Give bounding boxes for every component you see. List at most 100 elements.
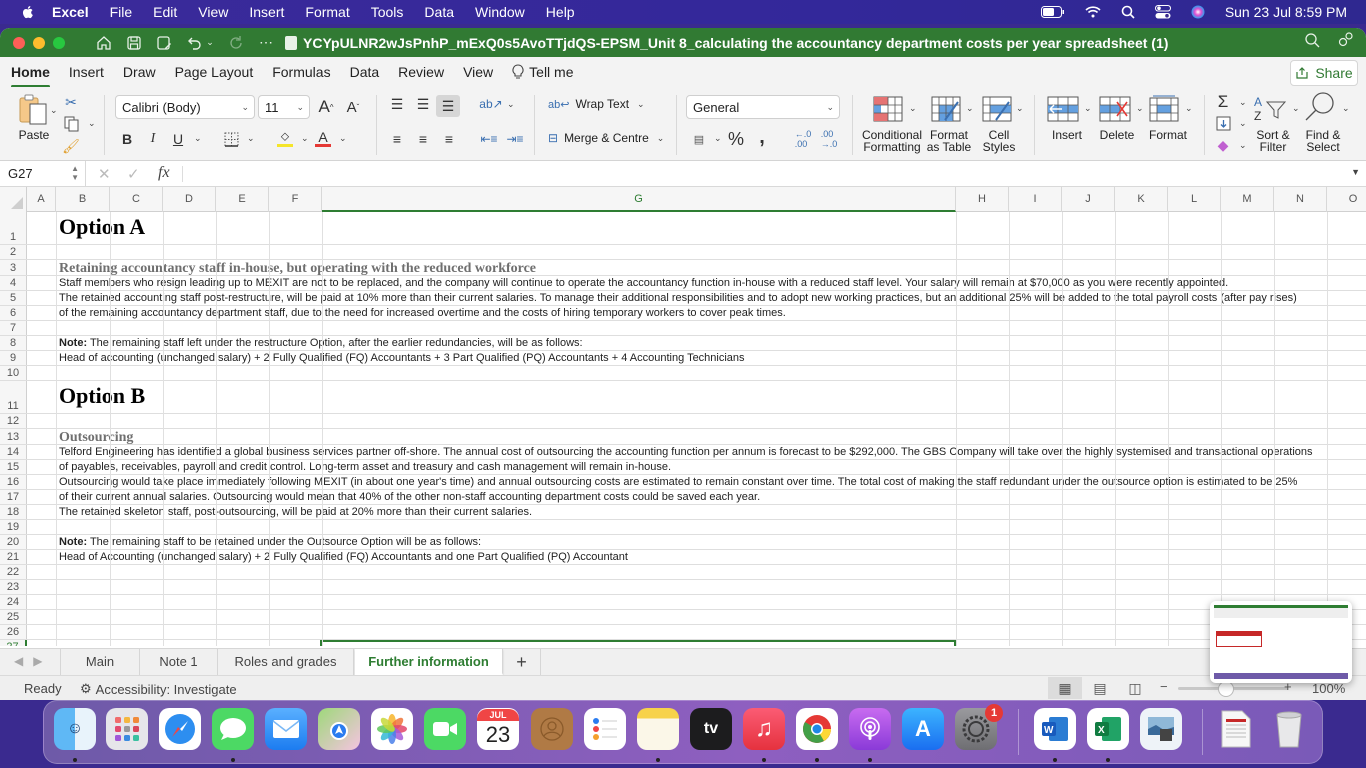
increase-indent-icon[interactable]: ⇥≡ (506, 130, 524, 148)
page-break-preview-button[interactable]: ◫ (1118, 677, 1152, 699)
menu-format[interactable]: Format (305, 4, 349, 20)
paste-icon[interactable] (17, 92, 51, 128)
find-select-dropdown-icon[interactable]: ⌄ (1342, 103, 1350, 114)
dock-notes-icon[interactable] (637, 708, 679, 750)
tab-page-layout[interactable]: Page Layout (175, 58, 254, 86)
decrease-indent-icon[interactable]: ⇤≡ (480, 130, 498, 148)
dock-system-settings-icon[interactable]: 1 (955, 704, 1003, 750)
save-as-icon[interactable] (155, 34, 173, 52)
orientation-dropdown-icon[interactable]: ⌄ (507, 99, 515, 110)
align-bottom-icon[interactable]: ☰ (436, 95, 460, 117)
dock-reminders-icon[interactable] (584, 708, 626, 750)
clear-dropdown-icon[interactable]: ⌄ (1239, 140, 1247, 151)
italic-button[interactable]: I (144, 130, 162, 148)
column-header-i[interactable]: I (1009, 187, 1062, 212)
dock-safari-icon[interactable] (159, 708, 201, 750)
paste-label[interactable]: Paste (14, 129, 54, 141)
accounting-dropdown-icon[interactable]: ⌄ (714, 133, 722, 144)
sort-filter-dropdown-icon[interactable]: ⌄ (1292, 103, 1300, 114)
battery-icon[interactable] (1040, 6, 1065, 18)
cell-b14[interactable]: Telford Engineering has identified a glo… (59, 446, 1313, 458)
dock-contacts-icon[interactable] (531, 708, 573, 750)
close-window-button[interactable] (13, 36, 25, 49)
format-painter-icon[interactable]: 🖌 (62, 137, 80, 155)
dock-launchpad-icon[interactable] (106, 708, 148, 750)
cell-b6[interactable]: of the remaining accountancy department … (59, 307, 786, 319)
sheet-tab-further-information[interactable]: Further information (355, 649, 503, 675)
font-name-select[interactable]: Calibri (Body) ⌄ (115, 95, 255, 119)
font-color-icon[interactable]: A (314, 128, 332, 148)
decrease-font-size-icon[interactable]: Aˇ (343, 97, 363, 117)
dock-recent-document-icon[interactable] (1214, 708, 1256, 750)
dock-maps-icon[interactable] (318, 708, 360, 750)
cell-styles-label[interactable]: Cell Styles (976, 129, 1022, 153)
tab-draw[interactable]: Draw (123, 58, 156, 86)
row-header-16[interactable]: 16 (0, 475, 27, 489)
menu-insert[interactable]: Insert (249, 4, 284, 20)
cell-b15[interactable]: of payables, receivables, payroll and cr… (59, 461, 671, 473)
menu-file[interactable]: File (110, 4, 133, 20)
dock-apple-tv-icon[interactable]: tv (690, 708, 732, 750)
share-people-icon[interactable] (1338, 32, 1354, 53)
column-header-l[interactable]: L (1168, 187, 1221, 212)
underline-button[interactable]: U (169, 130, 187, 148)
name-box-stepper-icon[interactable]: ▲ ▼ (71, 164, 79, 182)
column-header-k[interactable]: K (1115, 187, 1168, 212)
apple-logo-icon[interactable] (20, 4, 36, 20)
select-all-button[interactable] (0, 187, 27, 212)
format-as-table-icon[interactable] (930, 95, 962, 123)
underline-dropdown-icon[interactable]: ⌄ (194, 133, 202, 144)
dock-word-icon[interactable]: W (1034, 708, 1076, 750)
spotlight-search-icon[interactable] (1121, 5, 1135, 19)
dock-app-store-icon[interactable]: A (902, 708, 944, 750)
row-header-17[interactable]: 17 (0, 490, 27, 504)
fill-dropdown-icon[interactable]: ⌄ (1239, 118, 1247, 129)
column-header-f[interactable]: F (269, 187, 322, 212)
borders-dropdown-icon[interactable]: ⌄ (247, 133, 255, 144)
sheet-tab-main[interactable]: Main (60, 649, 140, 675)
search-icon[interactable] (1304, 32, 1320, 53)
cell-styles-icon[interactable] (981, 95, 1013, 123)
minimize-window-button[interactable] (33, 36, 45, 49)
row-header-1[interactable]: 1 (0, 212, 27, 244)
menu-tools[interactable]: Tools (371, 4, 404, 20)
conditional-formatting-dropdown-icon[interactable]: ⌄ (909, 103, 917, 114)
font-color-dropdown-icon[interactable]: ⌄ (339, 133, 347, 144)
decrease-decimal-icon[interactable]: .00 →.0 (818, 129, 840, 149)
menu-app-excel[interactable]: Excel (52, 4, 89, 20)
sort-filter-label[interactable]: Sort & Filter (1250, 129, 1296, 153)
dock-trash-icon[interactable] (1268, 708, 1310, 750)
expand-formula-bar-icon[interactable]: ▼ (1351, 167, 1360, 177)
conditional-formatting-icon[interactable] (872, 95, 904, 123)
clear-eraser-icon[interactable]: ◆ (1214, 136, 1232, 154)
cell-styles-dropdown-icon[interactable]: ⌄ (1016, 103, 1024, 114)
wrap-text-button[interactable]: ab↩ Wrap Text ⌄ (548, 97, 645, 111)
align-center-icon[interactable]: ≡ (414, 130, 432, 148)
cell-b18[interactable]: The retained skeleton staff, post-outsou… (59, 506, 532, 518)
sheet-tab-note-1[interactable]: Note 1 (140, 649, 218, 675)
menu-data[interactable]: Data (424, 4, 454, 20)
delete-dropdown-icon[interactable]: ⌄ (1136, 103, 1144, 114)
zoom-slider-handle[interactable] (1218, 681, 1234, 697)
share-button[interactable]: Share (1290, 60, 1358, 86)
fill-color-dropdown-icon[interactable]: ⌄ (301, 133, 309, 144)
row-header-7[interactable]: 7 (0, 321, 27, 335)
column-header-c[interactable]: C (110, 187, 163, 212)
normal-view-button[interactable]: ▦ (1048, 677, 1082, 699)
cell-b9[interactable]: Head of accounting (unchanged salary) + … (59, 352, 745, 364)
accounting-format-icon[interactable]: ▤ (688, 130, 710, 148)
row-header-18[interactable]: 18 (0, 505, 27, 519)
control-center-icon[interactable] (1154, 5, 1171, 19)
zoom-out-button[interactable]: − (1160, 679, 1168, 694)
fill-icon[interactable] (1214, 114, 1232, 132)
insert-cells-icon[interactable] (1046, 95, 1080, 123)
autosum-icon[interactable]: Σ (1214, 92, 1232, 111)
column-header-h[interactable]: H (956, 187, 1009, 212)
align-middle-icon[interactable]: ☰ (414, 95, 432, 113)
column-header-m[interactable]: M (1221, 187, 1274, 212)
cell-b17[interactable]: of their current annual salaries. Outsou… (59, 491, 760, 503)
cell-b21[interactable]: Head of Accounting (unchanged salary) + … (59, 551, 628, 563)
cell-b5[interactable]: The retained accounting staff post-restr… (59, 292, 1297, 304)
dock-excel-icon[interactable]: X (1087, 708, 1129, 750)
dock-music-icon[interactable]: ♫ (743, 708, 785, 750)
